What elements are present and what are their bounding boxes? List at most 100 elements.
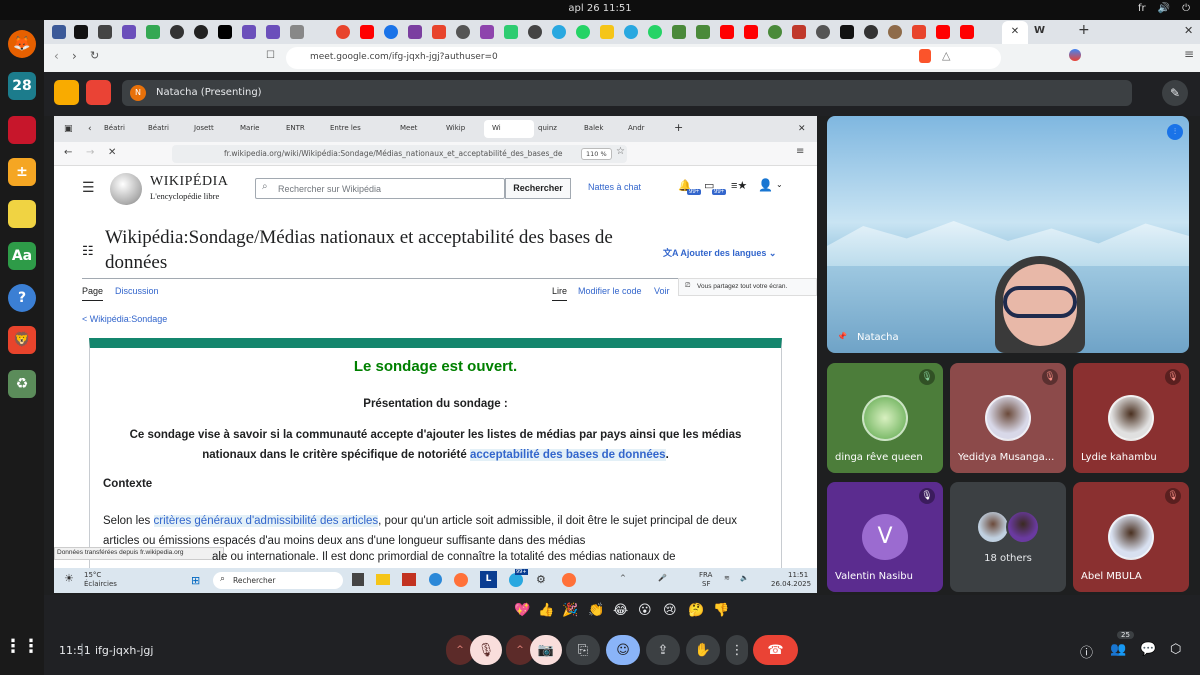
tab-icon[interactable] <box>290 25 304 39</box>
tab-icon[interactable] <box>384 25 398 39</box>
shared-tab[interactable]: Josett <box>194 124 214 132</box>
app-icon[interactable]: L <box>480 571 497 588</box>
tab-icon[interactable] <box>912 25 926 39</box>
pen-icon[interactable]: ✎ <box>1162 80 1188 106</box>
shared-tab[interactable]: Béatri <box>104 124 125 132</box>
tab-read[interactable]: Lire <box>552 286 568 301</box>
bookmark-icon[interactable]: ☐ <box>266 50 275 61</box>
microphone-icon[interactable]: 🎤 <box>658 574 667 582</box>
tab-icon[interactable] <box>672 25 686 39</box>
activities-icon[interactable]: ⬡ <box>1170 642 1181 657</box>
language-code[interactable]: FRA <box>699 571 712 579</box>
tab-edit-source[interactable]: Modifier le code <box>578 286 642 296</box>
shared-tab[interactable]: Wikip <box>446 124 465 132</box>
clock[interactable]: apl 26 11:51 <box>0 3 1200 14</box>
tab-icon[interactable] <box>480 25 494 39</box>
criteria-link[interactable]: critères généraux d'admissibilité des ar… <box>153 515 379 527</box>
edge-icon[interactable] <box>429 573 442 586</box>
wiki-search-button[interactable]: Rechercher <box>505 178 571 199</box>
info-icon[interactable]: ⓘ <box>1080 642 1093 661</box>
brave-rewards-icon[interactable]: △ <box>942 49 950 62</box>
reaction-thumbs-up[interactable]: 👍 <box>538 603 554 618</box>
tab-icon[interactable] <box>648 25 662 39</box>
tab-icon[interactable] <box>336 25 350 39</box>
help-icon[interactable]: ? <box>8 284 36 312</box>
shared-tab-active[interactable]: Wi <box>484 120 534 138</box>
tab-icon[interactable] <box>98 25 112 39</box>
settings-icon[interactable]: ⚙ <box>536 573 546 586</box>
file-explorer-icon[interactable] <box>376 574 390 585</box>
tab-icon[interactable] <box>576 25 590 39</box>
youtube-icon[interactable] <box>960 25 974 39</box>
telegram-icon[interactable] <box>509 573 523 587</box>
shared-tab[interactable]: Meet <box>400 124 417 132</box>
telegram-icon[interactable] <box>552 25 566 39</box>
raise-hand-button[interactable]: ✋ <box>686 635 720 665</box>
firefox-icon[interactable] <box>562 573 576 587</box>
reload-icon[interactable]: ↻ <box>90 49 99 62</box>
tab-icon[interactable] <box>864 25 878 39</box>
star-icon[interactable]: ☆ <box>616 146 625 157</box>
zoom-indicator[interactable]: 110 % <box>581 148 612 160</box>
tab-icon[interactable] <box>74 25 88 39</box>
add-languages-button[interactable]: 文A Ajouter des langues ⌄ <box>663 246 776 259</box>
pin-icon[interactable]: 📌 <box>837 332 847 341</box>
tab-icon[interactable] <box>170 25 184 39</box>
calendar-icon[interactable]: 28 <box>8 72 36 100</box>
volume-icon[interactable]: 🔊 <box>1158 3 1170 14</box>
tab-history[interactable]: Voir <box>654 286 670 296</box>
menu-icon[interactable]: ≡ <box>796 146 804 157</box>
forward-icon[interactable]: › <box>72 49 77 63</box>
reaction-sad[interactable]: 😢 <box>663 603 677 618</box>
reaction-heart[interactable]: 💖 <box>514 603 530 618</box>
wiki-search-input[interactable]: ⌕ Rechercher sur Wikipédia <box>255 178 505 199</box>
user-icon[interactable]: 👤 <box>758 178 773 192</box>
new-tab-icon[interactable]: + <box>1078 22 1090 38</box>
recording-icon[interactable] <box>86 80 111 105</box>
reaction-laugh[interactable]: 😂 <box>613 603 628 618</box>
firefox-icon[interactable]: 🦊 <box>8 30 36 58</box>
reaction-thumbs-down[interactable]: 👎 <box>713 603 729 618</box>
tab-overview-icon[interactable]: ▣ <box>64 124 73 134</box>
tab-icon[interactable] <box>52 25 66 39</box>
leave-call-button[interactable]: ☎ <box>753 635 798 665</box>
captions-button[interactable]: ⎘ <box>566 635 600 665</box>
forward-icon[interactable]: → <box>86 147 94 158</box>
tab-scroll-left-icon[interactable]: ‹ <box>88 124 92 134</box>
tab-icon[interactable] <box>840 25 854 39</box>
chat-link[interactable]: Nattes à chat <box>588 182 641 192</box>
shared-tab[interactable]: Entre les <box>330 124 361 132</box>
shared-address-bar[interactable]: fr.wikipedia.org/wiki/Wikipédia:Sondage/… <box>172 145 627 163</box>
tab-icon[interactable] <box>504 25 518 39</box>
telegram-icon[interactable] <box>624 25 638 39</box>
tab-icon[interactable] <box>242 25 256 39</box>
others-tile[interactable]: 18 others <box>950 482 1066 592</box>
participant-tile[interactable]: 🎙 dinga rêve queen <box>827 363 943 473</box>
shared-tab[interactable]: Andr <box>628 124 645 132</box>
tab-icon[interactable] <box>528 25 542 39</box>
shared-tab[interactable]: Béatri <box>148 124 169 132</box>
extension-icon[interactable] <box>1069 49 1081 61</box>
mail-icon[interactable] <box>402 573 416 586</box>
user-menu-chevron-icon[interactable]: ⌄ <box>776 180 783 189</box>
shared-tab[interactable]: ENTR <box>286 124 305 132</box>
dictionary-icon[interactable]: Aa <box>8 242 36 270</box>
files-icon[interactable] <box>8 116 36 144</box>
tab-icon[interactable] <box>266 25 280 39</box>
tab-icon[interactable] <box>122 25 136 39</box>
youtube-icon[interactable] <box>744 25 758 39</box>
tab-discussion[interactable]: Discussion <box>115 286 159 296</box>
stop-presenting-icon[interactable] <box>54 80 79 105</box>
tab-icon[interactable] <box>194 25 208 39</box>
tab-icon[interactable] <box>600 25 614 39</box>
new-tab-icon[interactable]: + <box>674 121 683 134</box>
youtube-icon[interactable] <box>720 25 734 39</box>
people-icon[interactable]: 👥 <box>1110 642 1126 657</box>
brave-icon[interactable]: 🦁 <box>8 326 36 354</box>
x-icon[interactable] <box>218 25 232 39</box>
youtube-icon[interactable] <box>936 25 950 39</box>
camera-off-button[interactable]: 📷 <box>530 635 562 665</box>
present-button[interactable]: ⇪ <box>646 635 680 665</box>
menu-icon[interactable]: ≡ <box>1184 47 1194 61</box>
youtube-icon[interactable] <box>360 25 374 39</box>
